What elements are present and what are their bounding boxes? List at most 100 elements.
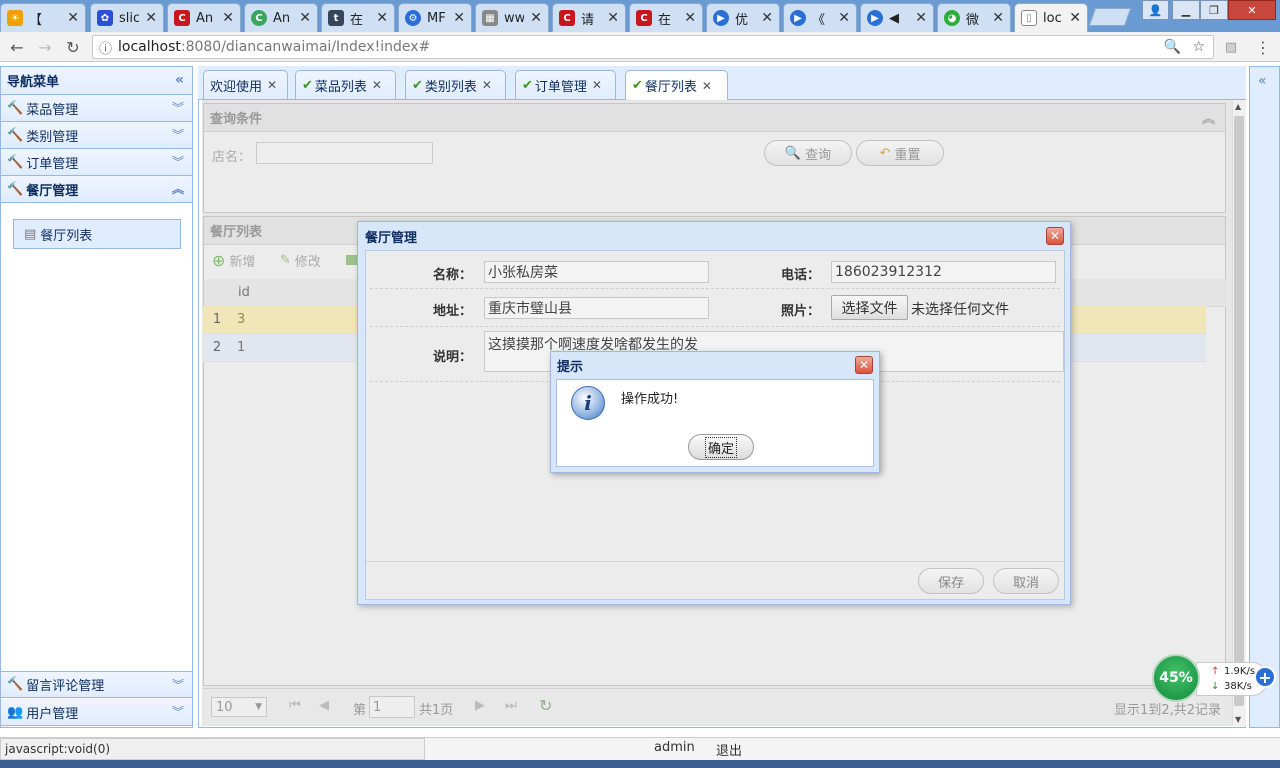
close-icon[interactable]: ✕: [530, 10, 542, 26]
close-icon[interactable]: ✕: [453, 10, 465, 26]
info-icon[interactable]: ⓘ: [99, 38, 112, 57]
browser-tab[interactable]: ▶ ◀ ✕: [860, 3, 934, 32]
expand-icon[interactable]: ︾: [172, 126, 184, 143]
user-icon[interactable]: 👤: [1142, 0, 1169, 20]
close-icon[interactable]: ✕: [267, 78, 277, 92]
add-button[interactable]: ⊕ 新增: [212, 251, 255, 270]
tab-category-list[interactable]: ✔ 类别列表 ✕: [405, 70, 506, 99]
browser-tab-active[interactable]: ▯ loc ✕: [1014, 3, 1088, 32]
tab-restaurant-list[interactable]: ✔ 餐厅列表 ✕: [625, 70, 728, 100]
first-page-icon[interactable]: ⏮: [289, 698, 301, 713]
save-button[interactable]: 保存: [918, 568, 984, 594]
minimize-button[interactable]: ▁: [1172, 0, 1200, 20]
expand-icon[interactable]: ︾: [172, 99, 184, 116]
tab-welcome[interactable]: 欢迎使用 ✕: [203, 70, 288, 99]
nav-subitem-restaurant-list[interactable]: ▤ 餐厅列表: [13, 219, 181, 249]
edit-button[interactable]: ✎ 修改: [280, 251, 321, 270]
close-icon[interactable]: ✕: [855, 356, 873, 374]
browser-tab[interactable]: ◕ 微 ✕: [937, 3, 1011, 32]
close-icon[interactable]: ✕: [607, 10, 619, 26]
ok-button[interactable]: 确定: [688, 434, 754, 460]
close-icon[interactable]: ✕: [838, 10, 850, 26]
browser-tab[interactable]: ▦ ww ✕: [475, 3, 549, 32]
browser-tab[interactable]: ☀ 【✕: [0, 3, 86, 32]
browser-tab[interactable]: t 在 ✕: [321, 3, 395, 32]
close-icon[interactable]: ✕: [1046, 227, 1064, 245]
page-number-input[interactable]: 1: [369, 696, 415, 718]
browser-tab[interactable]: ▶ 《 ✕: [783, 3, 857, 32]
scroll-up-icon[interactable]: ▲: [1235, 102, 1241, 111]
close-icon[interactable]: ✕: [1069, 10, 1081, 26]
collapse-icon[interactable]: ︽: [1202, 108, 1215, 127]
nav-item-dishes[interactable]: 🔨 菜品管理 ︾: [1, 95, 192, 122]
last-page-icon[interactable]: ⏭: [505, 698, 517, 713]
browser-tab[interactable]: ✿ slic ✕: [90, 3, 164, 32]
menu-icon[interactable]: ⋮: [1252, 36, 1274, 58]
browser-tab[interactable]: C 在 ✕: [629, 3, 703, 32]
pdf-extension-icon[interactable]: ▧: [1220, 36, 1242, 58]
undo-icon: ↶: [879, 145, 891, 161]
close-icon[interactable]: ✕: [299, 10, 311, 26]
nav-item-comments[interactable]: 🔨 留言评论管理 ︾: [1, 671, 192, 698]
url-input[interactable]: ⓘ localhost:8080/diancanwaimai/Index!ind…: [92, 35, 1214, 59]
bookmark-star-icon[interactable]: ☆: [1192, 39, 1205, 55]
new-tab-button[interactable]: [1088, 8, 1132, 26]
browser-tab[interactable]: ▶ 优 ✕: [706, 3, 780, 32]
close-icon[interactable]: ✕: [592, 78, 602, 92]
address-input[interactable]: 重庆市璧山县: [484, 297, 709, 319]
logout-link[interactable]: 退出: [716, 740, 742, 759]
zoom-icon[interactable]: 🔍: [1164, 39, 1181, 55]
collapse-left-icon[interactable]: «: [175, 72, 184, 88]
browser-tab[interactable]: C 请 ✕: [552, 3, 626, 32]
collapse-icon[interactable]: ︽: [172, 180, 184, 197]
back-icon[interactable]: ←: [6, 36, 28, 58]
close-icon[interactable]: ✕: [376, 10, 388, 26]
scroll-down-icon[interactable]: ▼: [1235, 715, 1241, 724]
nav-item-categories[interactable]: 🔨 类别管理 ︾: [1, 122, 192, 149]
browser-tab[interactable]: C An ✕: [167, 3, 241, 32]
reset-button[interactable]: ↶ 重置: [856, 140, 944, 166]
network-speed-widget[interactable]: ↑ 1.9K/s ↓ 38K/s 45% +: [1152, 654, 1276, 702]
next-page-icon[interactable]: ▶: [475, 698, 485, 713]
search-icon: 🔍: [784, 145, 802, 161]
choose-file-button[interactable]: 选择文件: [831, 295, 908, 320]
reload-icon[interactable]: ↻: [62, 36, 84, 58]
nav-item-restaurants[interactable]: 🔨 餐厅管理 ︽: [1, 176, 192, 203]
window-close-button[interactable]: ✕: [1228, 0, 1276, 20]
expand-right-icon[interactable]: «: [1258, 73, 1267, 89]
store-name-input[interactable]: [256, 142, 433, 164]
close-icon[interactable]: ✕: [761, 10, 773, 26]
search-button[interactable]: 🔍 查询: [764, 140, 852, 166]
phone-input[interactable]: 186023912312: [831, 261, 1056, 283]
nav-item-orders[interactable]: 🔨 订单管理 ︾: [1, 149, 192, 176]
close-icon[interactable]: ✕: [702, 79, 712, 93]
refresh-icon[interactable]: ↻: [539, 696, 552, 715]
page-size-select[interactable]: 10 ▼: [211, 697, 267, 717]
nav-item-users[interactable]: 👥 用户管理 ︾: [1, 699, 192, 726]
boost-plus-icon[interactable]: +: [1254, 666, 1276, 688]
close-icon[interactable]: ✕: [482, 78, 492, 92]
expand-icon[interactable]: ︾: [172, 676, 184, 693]
close-icon[interactable]: ✕: [67, 10, 79, 26]
tab-order-management[interactable]: ✔ 订单管理 ✕: [515, 70, 616, 99]
browser-tab[interactable]: C An ✕: [244, 3, 318, 32]
name-input[interactable]: 小张私房菜: [484, 261, 709, 283]
cancel-button[interactable]: 取消: [993, 568, 1059, 594]
expand-icon[interactable]: ︾: [172, 153, 184, 170]
close-icon[interactable]: ✕: [684, 10, 696, 26]
close-icon[interactable]: ✕: [372, 78, 382, 92]
dropdown-icon: ▼: [255, 702, 262, 712]
scrollbar-thumb[interactable]: [1234, 116, 1244, 706]
forward-icon[interactable]: →: [34, 36, 56, 58]
prev-page-icon[interactable]: ◀: [319, 698, 329, 713]
close-icon[interactable]: ✕: [992, 10, 1004, 26]
weather-icon: ☀: [7, 10, 23, 26]
close-icon[interactable]: ✕: [915, 10, 927, 26]
close-icon[interactable]: ✕: [222, 10, 234, 26]
expand-icon[interactable]: ︾: [172, 703, 184, 720]
tab-dish-list[interactable]: ✔ 菜品列表 ✕: [295, 70, 396, 99]
maximize-button[interactable]: ❐: [1200, 0, 1228, 20]
close-icon[interactable]: ✕: [145, 10, 157, 26]
status-url-bubble: javascript:void(0): [0, 738, 425, 760]
browser-tab[interactable]: ⚙ MF ✕: [398, 3, 472, 32]
